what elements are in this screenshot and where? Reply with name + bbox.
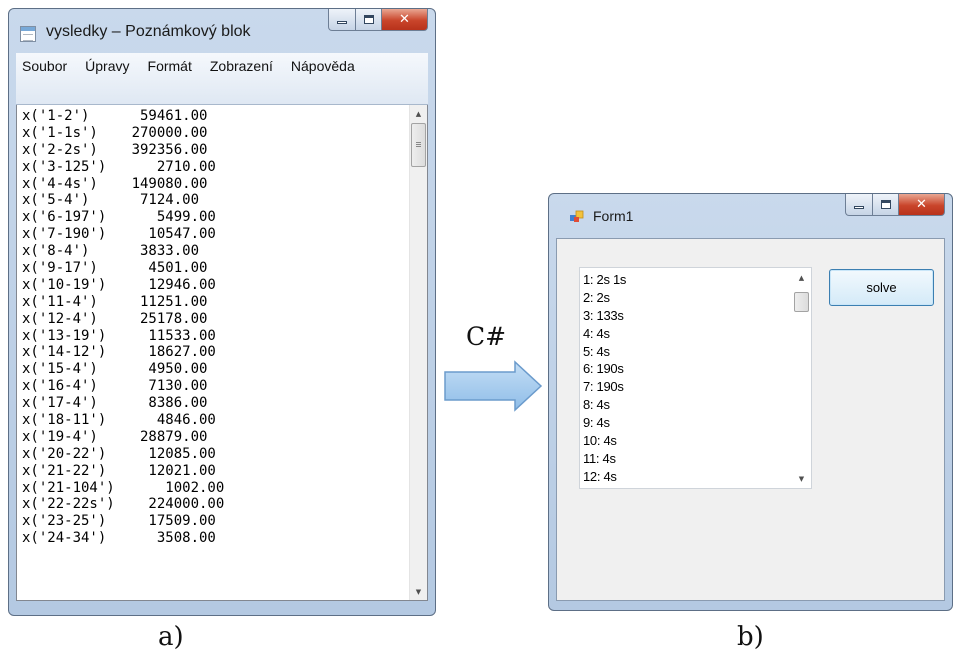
form1-window: Form1 ✕ 1: 2s 1s 2: 2s 3: 133s 4: 4s 5: 4s 6:… (548, 193, 953, 611)
text-line: x('1-2') 59461.00 (22, 108, 208, 124)
list-item[interactable]: 4: 4s (583, 325, 626, 343)
maximize-icon (880, 200, 891, 209)
notepad-menu-bar: Soubor Úpravy Formát Zobrazení Nápověda (16, 53, 428, 105)
text-line: x('9-17') 4501.00 (22, 260, 208, 277)
menu-soubor[interactable]: Soubor (22, 57, 67, 75)
text-line: x('21-104') 1002.00 (22, 479, 225, 496)
maximize-button[interactable] (873, 194, 899, 216)
close-button[interactable]: ✕ (382, 9, 428, 31)
minimize-button[interactable] (328, 9, 356, 31)
text-line: x('13-19') 11533.00 (22, 327, 216, 344)
notepad-caption-buttons: ✕ (328, 9, 428, 31)
form-app-icon (570, 210, 584, 222)
form1-caption-buttons: ✕ (845, 194, 945, 216)
arrow-label: C# (466, 322, 507, 351)
text-line: x('15-4') 4950.00 (22, 361, 208, 378)
text-line: x('22-22s') 224000.00 (22, 496, 225, 513)
scroll-up-arrow-icon[interactable]: ▲ (410, 105, 427, 122)
list-item[interactable]: 7: 190s (583, 378, 626, 396)
minimize-button[interactable] (845, 194, 873, 216)
menu-zobrazeni[interactable]: Zobrazení (210, 57, 273, 75)
text-line: x('7-190') 10547.00 (22, 226, 216, 243)
close-icon: ✕ (399, 12, 410, 27)
text-line: x('20-22') 12085.00 (22, 445, 216, 462)
menu-format[interactable]: Formát (148, 57, 192, 75)
text-line: x('17-4') 8386.00 (22, 395, 208, 412)
scroll-thumb[interactable] (411, 123, 426, 167)
notepad-title-bar[interactable]: vysledky – Poznámkový blok ✕ (16, 9, 428, 53)
list-item[interactable]: 6: 190s (583, 360, 626, 378)
text-line: x('24-34') 3508.00 (22, 530, 216, 547)
text-line: x('4-4s') 149080.00 (22, 175, 208, 192)
minimize-icon (854, 206, 864, 209)
notepad-text-area[interactable]: x('1-2') 59461.00 x('1-1s') 270000.00 x('2… (16, 105, 428, 601)
list-item[interactable]: 5: 4s (583, 343, 626, 361)
notepad-app-icon (20, 26, 36, 42)
text-line: x('3-125') 2710.00 (22, 158, 216, 175)
close-button[interactable]: ✕ (899, 194, 945, 216)
notepad-vertical-scrollbar[interactable]: ▲ ▼ (409, 105, 427, 600)
caption-b: b) (737, 622, 764, 652)
menu-upravy[interactable]: Úpravy (85, 57, 129, 75)
results-listbox[interactable]: 1: 2s 1s 2: 2s 3: 133s 4: 4s 5: 4s 6: 190s 7: … (579, 267, 812, 489)
form1-title-bar[interactable]: Form1 ✕ (556, 194, 945, 238)
text-line: x('16-4') 7130.00 (22, 378, 208, 395)
list-item[interactable]: 9: 4s (583, 414, 626, 432)
text-line: x('5-4') 7124.00 (22, 192, 200, 209)
notepad-window: vysledky – Poznámkový blok ✕ Soubor Úpra… (8, 8, 436, 616)
text-line: x('18-11') 4846.00 (22, 412, 216, 429)
scroll-down-arrow-icon[interactable]: ▼ (410, 583, 427, 600)
solve-button[interactable]: solve (829, 269, 934, 306)
scroll-thumb[interactable] (794, 292, 809, 312)
text-line: x('10-19') 12946.00 (22, 276, 216, 293)
scroll-up-arrow-icon[interactable]: ▲ (793, 269, 810, 286)
form1-client-area: 1: 2s 1s 2: 2s 3: 133s 4: 4s 5: 4s 6: 190s 7: … (556, 238, 945, 601)
list-item[interactable]: 12: 4s (583, 468, 626, 486)
text-line: x('8-4') 3833.00 (22, 243, 200, 260)
list-item[interactable]: 8: 4s (583, 396, 626, 414)
list-item[interactable]: 1: 2s 1s (583, 271, 626, 289)
listbox-items: 1: 2s 1s 2: 2s 3: 133s 4: 4s 5: 4s 6: 190s 7: … (583, 271, 626, 486)
list-item[interactable]: 11: 4s (583, 450, 626, 468)
list-item[interactable]: 3: 133s (583, 307, 626, 325)
scroll-down-arrow-icon[interactable]: ▼ (793, 470, 810, 487)
text-line: x('19-4') 28879.00 (22, 428, 208, 445)
caption-a: a) (158, 622, 184, 652)
text-line: x('14-12') 18627.00 (22, 344, 216, 361)
listbox-vertical-scrollbar[interactable]: ▲ ▼ (793, 269, 810, 487)
list-item[interactable]: 10: 4s (583, 432, 626, 450)
text-line: x('23-25') 17509.00 (22, 513, 216, 530)
text-line: x('12-4') 25178.00 (22, 310, 208, 327)
menu-napoveda[interactable]: Nápověda (291, 57, 355, 75)
notepad-window-title: vysledky – Poznámkový blok (46, 23, 251, 40)
text-line: x('11-4') 11251.00 (22, 293, 208, 310)
close-icon: ✕ (916, 197, 927, 212)
form1-window-title: Form1 (593, 208, 634, 224)
text-line: x('1-1s') 270000.00 (22, 124, 208, 141)
right-arrow-icon (444, 360, 543, 412)
text-line: x('6-197') 5499.00 (22, 209, 216, 226)
text-line: x('21-22') 12021.00 (22, 462, 216, 479)
text-line: x('2-2s') 392356.00 (22, 141, 208, 158)
minimize-icon (337, 21, 347, 24)
maximize-button[interactable] (356, 9, 382, 31)
list-item[interactable]: 2: 2s (583, 289, 626, 307)
scroll-grip-icon (416, 142, 421, 147)
notepad-text-content: x('1-2') 59461.00 x('1-1s') 270000.00 x('2… (22, 108, 405, 547)
maximize-icon (363, 15, 374, 24)
